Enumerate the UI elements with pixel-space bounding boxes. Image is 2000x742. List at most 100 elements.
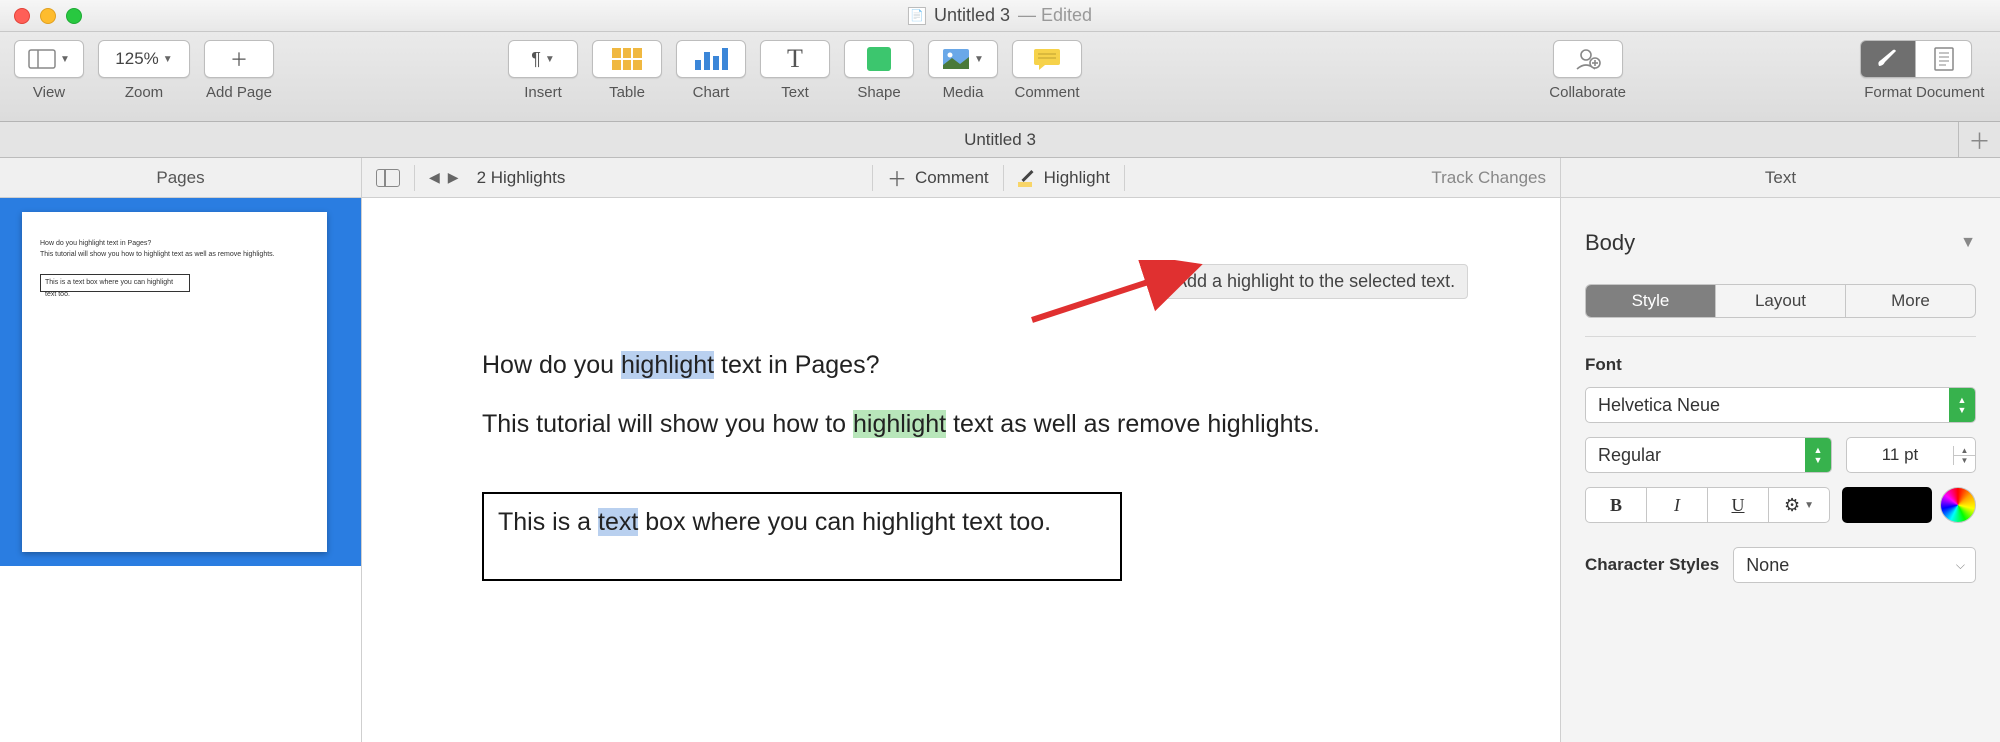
comment-label: Comment bbox=[1014, 84, 1079, 101]
window-title: 📄 Untitled 3 — Edited bbox=[908, 5, 1092, 26]
tab-more[interactable]: More bbox=[1845, 285, 1975, 317]
font-style-combo[interactable]: Regular ▲▼ bbox=[1585, 437, 1832, 473]
underline-button[interactable]: U bbox=[1708, 487, 1769, 523]
review-prev-button[interactable]: ◀ bbox=[429, 169, 440, 186]
inspector-header: Text bbox=[1561, 158, 2000, 198]
highlighted-text: highlight bbox=[853, 410, 946, 438]
document-icon bbox=[1934, 47, 1954, 71]
collaborate-button[interactable] bbox=[1553, 40, 1623, 78]
review-sidebar-toggle[interactable] bbox=[362, 169, 414, 187]
doc-line-2[interactable]: This tutorial will show you how to highl… bbox=[482, 407, 1440, 442]
format-doc-group: Format Document bbox=[1860, 40, 1972, 101]
insert-button[interactable]: ¶ ▼ bbox=[508, 40, 578, 78]
character-styles-label: Character Styles bbox=[1585, 555, 1719, 575]
view-button[interactable]: ▼ bbox=[14, 40, 84, 78]
minimize-window-button[interactable] bbox=[40, 8, 56, 24]
gear-icon: ⚙ bbox=[1784, 495, 1800, 516]
media-label: Media bbox=[943, 84, 984, 101]
text-color-swatch[interactable] bbox=[1842, 487, 1932, 523]
format-document-segment bbox=[1860, 40, 1972, 78]
comment-button-review[interactable]: ＋ Comment bbox=[873, 163, 1003, 192]
font-section-label: Font bbox=[1585, 355, 1976, 375]
font-style-value: Regular bbox=[1598, 445, 1661, 466]
font-family-value: Helvetica Neue bbox=[1598, 395, 1720, 416]
window-controls bbox=[14, 8, 82, 24]
review-next-button[interactable]: ▶ bbox=[448, 169, 459, 186]
text-label: Text bbox=[781, 84, 809, 101]
text-box[interactable]: This is a text box where you can highlig… bbox=[482, 492, 1122, 581]
bold-button[interactable]: B bbox=[1585, 487, 1647, 523]
chevron-down-icon: ▼ bbox=[545, 54, 555, 65]
canvas-column: ◀ ▶ 2 Highlights ＋ Comment Highlight Tra… bbox=[362, 158, 1560, 742]
shape-label: Shape bbox=[857, 84, 900, 101]
combo-stepper-icon: ▲▼ bbox=[1805, 437, 1831, 473]
highlighted-text: text bbox=[598, 508, 638, 536]
page-thumbnails[interactable]: How do you highlight text in Pages? This… bbox=[0, 198, 361, 742]
comment-label: Comment bbox=[915, 168, 989, 188]
zoom-button[interactable]: 125% ▼ bbox=[98, 40, 190, 78]
inspector-tabs: Style Layout More bbox=[1585, 284, 1976, 318]
highlight-label: Highlight bbox=[1044, 168, 1110, 188]
tab-layout[interactable]: Layout bbox=[1715, 285, 1845, 317]
plus-icon: ＋ bbox=[1968, 124, 1990, 156]
media-button[interactable]: ▼ bbox=[928, 40, 998, 78]
chevron-down-icon: ▼ bbox=[1960, 234, 1976, 252]
window-status: — Edited bbox=[1018, 5, 1092, 26]
text-button[interactable]: T bbox=[760, 40, 830, 78]
chart-button[interactable] bbox=[676, 40, 746, 78]
tab-style[interactable]: Style bbox=[1586, 285, 1715, 317]
paragraph-style-dropdown[interactable]: Body ▼ bbox=[1585, 218, 1976, 274]
media-icon bbox=[942, 48, 970, 70]
view-icon bbox=[28, 49, 56, 69]
table-button[interactable] bbox=[592, 40, 662, 78]
insert-label: Insert bbox=[524, 84, 562, 101]
font-size-field[interactable]: 11 pt ▲▼ bbox=[1846, 437, 1976, 473]
paragraph-icon: ¶ bbox=[531, 49, 541, 70]
table-label: Table bbox=[609, 84, 645, 101]
pages-sidebar: Pages How do you highlight text in Pages… bbox=[0, 158, 362, 742]
doc-line-1[interactable]: How do you highlight text in Pages? bbox=[482, 348, 1440, 383]
plus-icon: ＋ bbox=[887, 163, 907, 192]
triangle-left-icon: ◀ bbox=[429, 169, 440, 186]
font-family-combo[interactable]: Helvetica Neue ▲▼ bbox=[1585, 387, 1976, 423]
stepper-control[interactable]: ▲▼ bbox=[1953, 446, 1975, 465]
table-icon bbox=[612, 48, 642, 70]
italic-button[interactable]: I bbox=[1647, 487, 1708, 523]
text-icon: T bbox=[787, 44, 803, 74]
comment-group: Comment bbox=[1012, 40, 1082, 101]
text-style-more-button[interactable]: ⚙▼ bbox=[1769, 487, 1830, 523]
triangle-right-icon: ▶ bbox=[448, 169, 459, 186]
plus-icon: ＋ bbox=[230, 46, 248, 72]
view-group: ▼ View bbox=[14, 40, 84, 101]
paragraph-style-value: Body bbox=[1585, 230, 1635, 256]
sidebar-icon bbox=[376, 169, 400, 187]
highlight-icon bbox=[1018, 169, 1036, 187]
color-picker-button[interactable] bbox=[1940, 487, 1976, 523]
highlighted-text: highlight bbox=[621, 351, 714, 379]
character-styles-combo[interactable]: None ⌵ bbox=[1733, 547, 1976, 583]
table-group: Table bbox=[592, 40, 662, 101]
shape-icon bbox=[867, 47, 891, 71]
comment-button[interactable] bbox=[1012, 40, 1082, 78]
shape-button[interactable] bbox=[844, 40, 914, 78]
format-button[interactable] bbox=[1860, 40, 1916, 78]
review-count: 2 Highlights bbox=[477, 168, 566, 188]
collaborate-label: Collaborate bbox=[1549, 84, 1626, 101]
add-tab-button[interactable]: ＋ bbox=[1958, 122, 2000, 158]
page-thumbnail-selected[interactable]: How do you highlight text in Pages? This… bbox=[0, 198, 361, 566]
document-canvas[interactable]: Add a highlight to the selected text. Ho… bbox=[362, 198, 1560, 742]
shape-group: Shape bbox=[844, 40, 914, 101]
close-window-button[interactable] bbox=[14, 8, 30, 24]
tab-name[interactable]: Untitled 3 bbox=[964, 130, 1036, 150]
zoom-window-button[interactable] bbox=[66, 8, 82, 24]
chart-label: Chart bbox=[693, 84, 730, 101]
annotation-arrow bbox=[1022, 260, 1222, 330]
main-toolbar: ▼ View 125% ▼ Zoom ＋ Add Page ¶ ▼ Insert… bbox=[0, 32, 2000, 122]
add-page-button[interactable]: ＋ bbox=[204, 40, 274, 78]
character-styles-value: None bbox=[1746, 555, 1789, 576]
track-changes-button[interactable]: Track Changes bbox=[1417, 168, 1560, 188]
text-group: T Text bbox=[760, 40, 830, 101]
media-group: ▼ Media bbox=[928, 40, 998, 101]
highlight-button-review[interactable]: Highlight bbox=[1004, 168, 1124, 188]
document-button[interactable] bbox=[1916, 40, 1972, 78]
